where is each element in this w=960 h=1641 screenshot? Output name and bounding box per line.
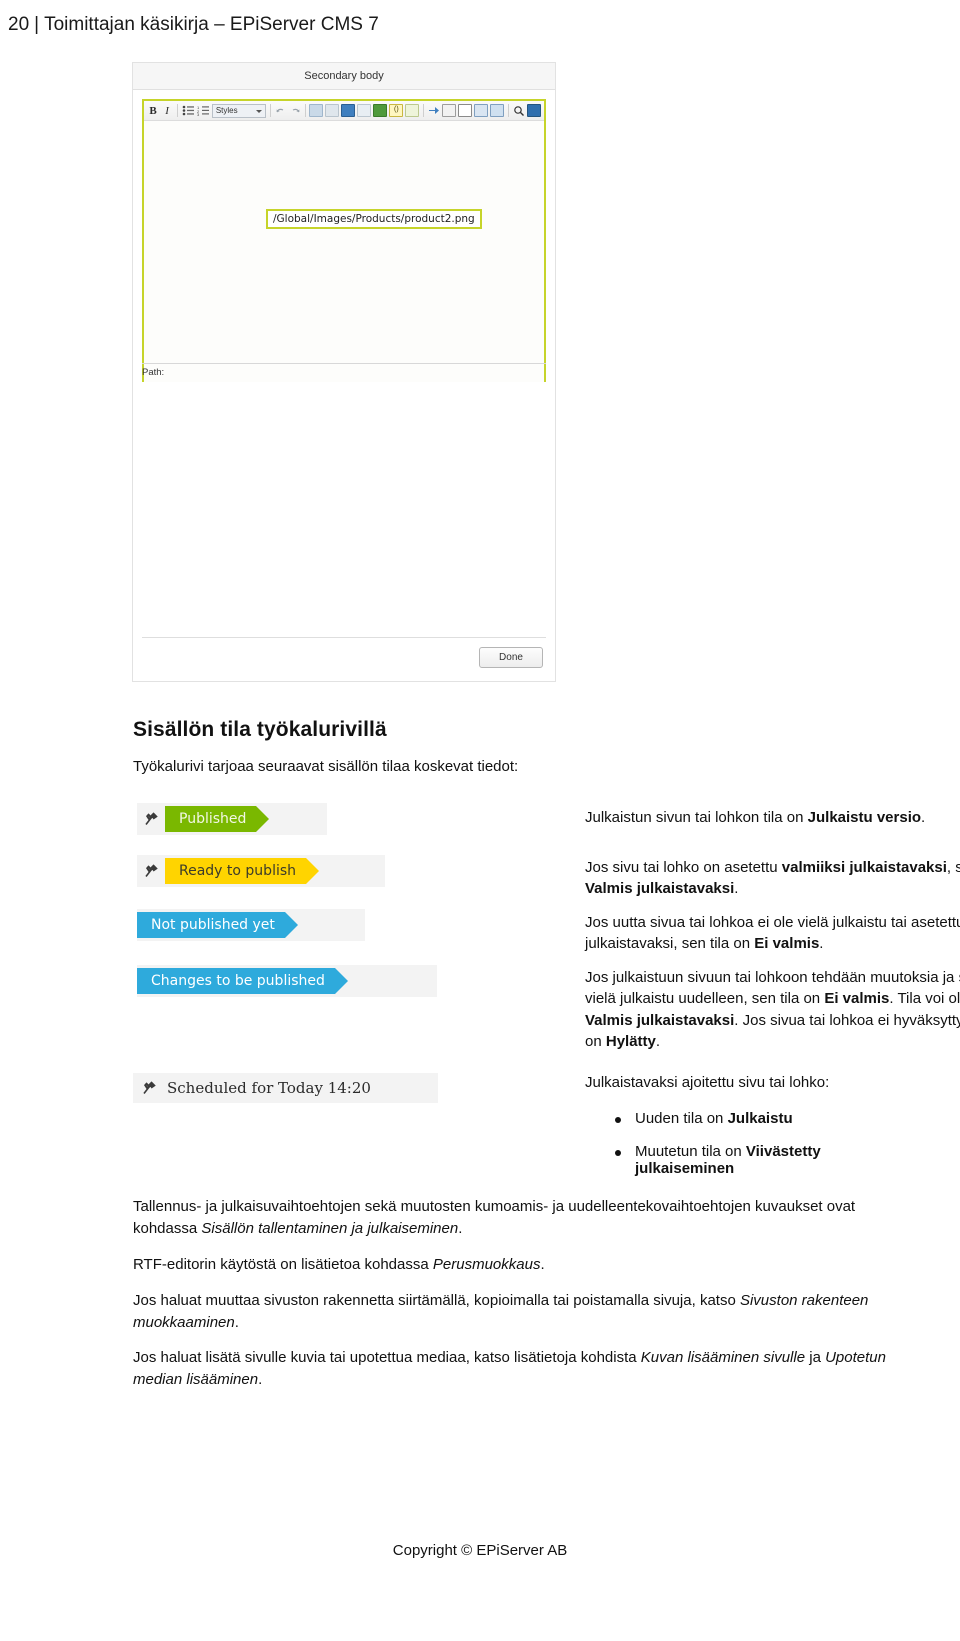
page-header: 20 | Toimittajan käsikirja – EPiServer CMS… xyxy=(0,12,960,46)
paste-icon[interactable] xyxy=(428,103,440,118)
cut-icon[interactable] xyxy=(458,103,473,118)
copyright-text: Copyright © EPiServer AB xyxy=(392,1542,568,1559)
anchor-icon[interactable] xyxy=(373,103,388,118)
paragraph: RTF-editorin käytöstä on lisätietoa kohd… xyxy=(133,1255,545,1273)
paragraph: Jos haluat muuttaa sivuston rakennetta s… xyxy=(133,1291,869,1331)
image-path-placeholder[interactable]: /Global/Images/Products/product2.png xyxy=(266,209,482,229)
toolbar-divider xyxy=(177,104,178,117)
styles-dropdown[interactable]: Styles xyxy=(211,103,266,118)
done-button[interactable]: Done xyxy=(479,647,543,668)
footer-divider xyxy=(142,637,546,638)
editor-path-bar: Path: xyxy=(142,363,546,378)
badge-changes-to-be-published: Changes to be published xyxy=(137,968,348,994)
badge-not-published-yet-label: Not published yet xyxy=(151,917,275,933)
page-footer: Copyright © EPiServer AB xyxy=(0,1542,960,1559)
badge-published: Published xyxy=(165,806,270,832)
paragraph: Jos haluat lisätä sivulle kuvia tai upot… xyxy=(133,1349,886,1389)
editor-window-title: Secondary body xyxy=(133,63,555,90)
toolbar-divider xyxy=(304,104,306,117)
pin-icon xyxy=(139,1078,159,1098)
code-icon[interactable]: () xyxy=(389,103,404,118)
status-description: Jos julkaistuun sivuun tai lohkoon tehdä… xyxy=(585,969,960,1050)
section-intro: Työkalurivi tarjoaa seuraavat sisällön t… xyxy=(133,758,519,775)
list-item: Muutetun tila on Viivästetty julkaisemin… xyxy=(613,1143,893,1177)
status-badge-scheduled: Scheduled for Today 14:20 xyxy=(133,1073,438,1103)
status-badge-ready: Ready to publish xyxy=(137,855,385,887)
header-separator: | xyxy=(34,14,40,35)
document-title: Toimittajan käsikirja – EPiServer CMS 7 xyxy=(44,14,379,35)
editor-toolbar: B I 123 Styles () xyxy=(144,101,544,121)
status-badge-published: Published xyxy=(137,803,327,835)
badge-published-label: Published xyxy=(179,811,247,827)
badge-scheduled-label: Scheduled for Today 14:20 xyxy=(167,1079,371,1097)
status-description: Jos sivu tai lohko on asetettu valmiiksi… xyxy=(585,859,960,898)
pin-icon xyxy=(141,861,161,881)
numbered-list-icon[interactable]: 123 xyxy=(197,103,210,118)
search-icon[interactable] xyxy=(513,103,525,118)
status-badge-changes: Changes to be published xyxy=(137,965,437,997)
chevron-down-icon xyxy=(255,109,262,113)
badge-ready-to-publish: Ready to publish xyxy=(165,858,320,884)
paste-from-word-icon[interactable] xyxy=(474,103,489,118)
bullet-list-icon[interactable] xyxy=(182,103,195,118)
editor-window-title-label: Secondary body xyxy=(304,70,384,82)
rich-text-editor[interactable]: B I 123 Styles () /Global/Images/Product… xyxy=(142,99,546,382)
badge-not-published-yet: Not published yet xyxy=(137,912,298,938)
italic-button[interactable]: I xyxy=(161,103,173,118)
list-item: Uuden tila on Julkaistu xyxy=(613,1110,893,1127)
editor-canvas[interactable]: /Global/Images/Products/product2.png xyxy=(144,121,544,382)
toolbar-divider xyxy=(423,104,425,117)
status-badge-not-published: Not published yet xyxy=(137,909,365,941)
toolbar-divider xyxy=(269,104,271,117)
closing-paragraphs: Tallennus- ja julkaisuvaihtoehtojen sekä… xyxy=(133,1196,890,1405)
undo-icon[interactable] xyxy=(275,103,287,118)
path-label: Path: xyxy=(142,367,165,378)
fullscreen-icon[interactable] xyxy=(526,103,541,118)
copy-icon[interactable] xyxy=(442,103,457,118)
insert-link-icon[interactable] xyxy=(325,103,340,118)
toolbar-divider xyxy=(508,104,509,117)
unlink-icon[interactable] xyxy=(357,103,372,118)
svg-text:3: 3 xyxy=(197,112,200,116)
bold-button[interactable]: B xyxy=(147,103,159,118)
paste-as-text-icon[interactable] xyxy=(490,103,505,118)
section-heading: Sisällön tila työkalurivillä xyxy=(133,718,387,741)
status-description: Julkaistun sivun tai lohkon tila on Julk… xyxy=(585,809,926,826)
badge-ready-to-publish-label: Ready to publish xyxy=(179,863,297,879)
editor-screenshot: Secondary body B I 123 Styles () /Global… xyxy=(132,62,556,682)
scheduled-bullet-list: Uuden tila on Julkaistu Muutetun tila on… xyxy=(613,1110,893,1193)
paragraph: Tallennus- ja julkaisuvaihtoehtojen sekä… xyxy=(133,1198,856,1237)
pin-icon xyxy=(141,809,161,829)
redo-icon[interactable] xyxy=(289,103,301,118)
insert-table-icon[interactable] xyxy=(341,103,356,118)
page-icon[interactable] xyxy=(405,103,420,118)
insert-image-icon[interactable] xyxy=(309,103,324,118)
status-description: Jos uutta sivua tai lohkoa ei ole vielä … xyxy=(585,914,960,953)
styles-dropdown-label: Styles xyxy=(215,105,238,115)
page-number: 20 xyxy=(8,14,30,35)
status-description: Julkaistavaksi ajoitettu sivu tai lohko: xyxy=(585,1074,830,1091)
badge-changes-to-be-published-label: Changes to be published xyxy=(151,973,325,989)
